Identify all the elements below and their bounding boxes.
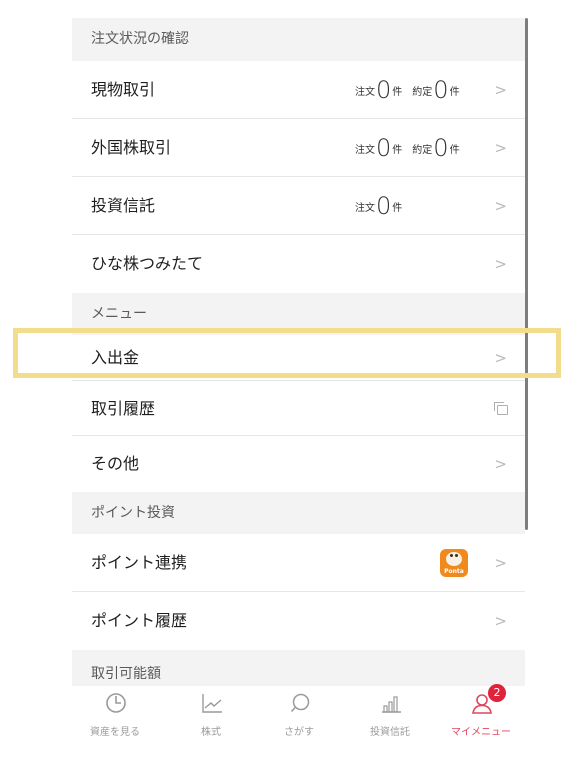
- tab-label: 資産を見る: [90, 727, 140, 738]
- section-header-point-investment: ポイント投資: [72, 492, 525, 534]
- order-counts: 注文 0 件 約定 0 件: [355, 119, 460, 177]
- row-other[interactable]: その他 >: [72, 436, 525, 492]
- scrollbar[interactable]: [525, 18, 528, 530]
- order-count: 0: [376, 134, 392, 162]
- row-trade-history[interactable]: 取引履歴: [72, 381, 525, 436]
- section-header-tradable-amount: 取引可能額: [72, 650, 525, 690]
- ponta-label: Ponta: [444, 568, 464, 575]
- tab-search[interactable]: さがす: [264, 686, 334, 738]
- chevron-right-icon: >: [494, 255, 507, 273]
- search-bubble-icon: [290, 693, 310, 712]
- row-label: ポイント連携: [91, 553, 188, 572]
- row-label: 投資信託: [91, 196, 156, 215]
- row-label: その他: [91, 454, 140, 473]
- bar-chart-icon: [382, 696, 401, 713]
- order-unit: 件: [392, 202, 403, 214]
- line-chart-icon: [202, 694, 222, 713]
- exec-count: 0: [433, 76, 449, 104]
- bottom-tab-bar: 資産を見る 株式 さがす 投資信託 2 マイメニュー: [72, 684, 527, 738]
- exec-unit: 件: [449, 86, 460, 98]
- row-investment-trust[interactable]: 投資信託 注文 0 件 >: [72, 177, 525, 235]
- chevron-right-icon: >: [494, 81, 507, 99]
- tab-stocks[interactable]: 株式: [176, 686, 246, 738]
- ponta-icon: Ponta: [440, 549, 468, 577]
- row-label: 現物取引: [91, 80, 156, 99]
- external-window-icon: [494, 402, 508, 415]
- row-label: 外国株取引: [91, 138, 172, 157]
- row-label: 取引履歴: [91, 399, 156, 418]
- row-point-link[interactable]: ポイント連携 Ponta >: [72, 534, 525, 592]
- tab-my-menu[interactable]: 2 マイメニュー: [446, 684, 516, 738]
- order-unit: 件: [392, 86, 403, 98]
- tab-label: さがす: [284, 727, 314, 738]
- order-label: 注文: [355, 202, 375, 214]
- exec-label: 約定: [412, 86, 433, 98]
- chevron-right-icon: >: [494, 554, 507, 572]
- section-header-orders: 注文状況の確認: [72, 18, 525, 61]
- notification-badge: 2: [488, 684, 506, 702]
- row-label: ひな株つみたて: [91, 254, 204, 273]
- clock-icon: [106, 693, 126, 713]
- row-label: ポイント履歴: [91, 611, 188, 630]
- tab-label: 投資信託: [370, 727, 410, 738]
- order-count: 0: [376, 192, 392, 220]
- highlight-box: [13, 328, 561, 378]
- order-label: 注文: [355, 86, 375, 98]
- exec-unit: 件: [449, 144, 460, 156]
- tab-label: 株式: [201, 727, 221, 738]
- row-foreign-stock-trading[interactable]: 外国株取引 注文 0 件 約定 0 件 >: [72, 119, 525, 177]
- order-counts: 注文 0 件: [355, 177, 402, 235]
- row-hina-stock-installment[interactable]: ひな株つみたて >: [72, 235, 525, 293]
- order-counts: 注文 0 件 約定 0 件: [355, 61, 460, 119]
- chevron-right-icon: >: [494, 139, 507, 157]
- tab-label: マイメニュー: [451, 727, 511, 738]
- order-label: 注文: [355, 144, 375, 156]
- chevron-right-icon: >: [494, 612, 507, 630]
- order-count: 0: [376, 76, 392, 104]
- row-spot-trading[interactable]: 現物取引 注文 0 件 約定 0 件 >: [72, 61, 525, 119]
- chevron-right-icon: >: [494, 197, 507, 215]
- chevron-right-icon: >: [494, 455, 507, 473]
- tab-investment-trust[interactable]: 投資信託: [355, 686, 425, 738]
- order-unit: 件: [392, 144, 403, 156]
- exec-label: 約定: [412, 144, 433, 156]
- exec-count: 0: [433, 134, 449, 162]
- tab-assets[interactable]: 資産を見る: [80, 686, 150, 738]
- row-point-history[interactable]: ポイント履歴 >: [72, 592, 525, 650]
